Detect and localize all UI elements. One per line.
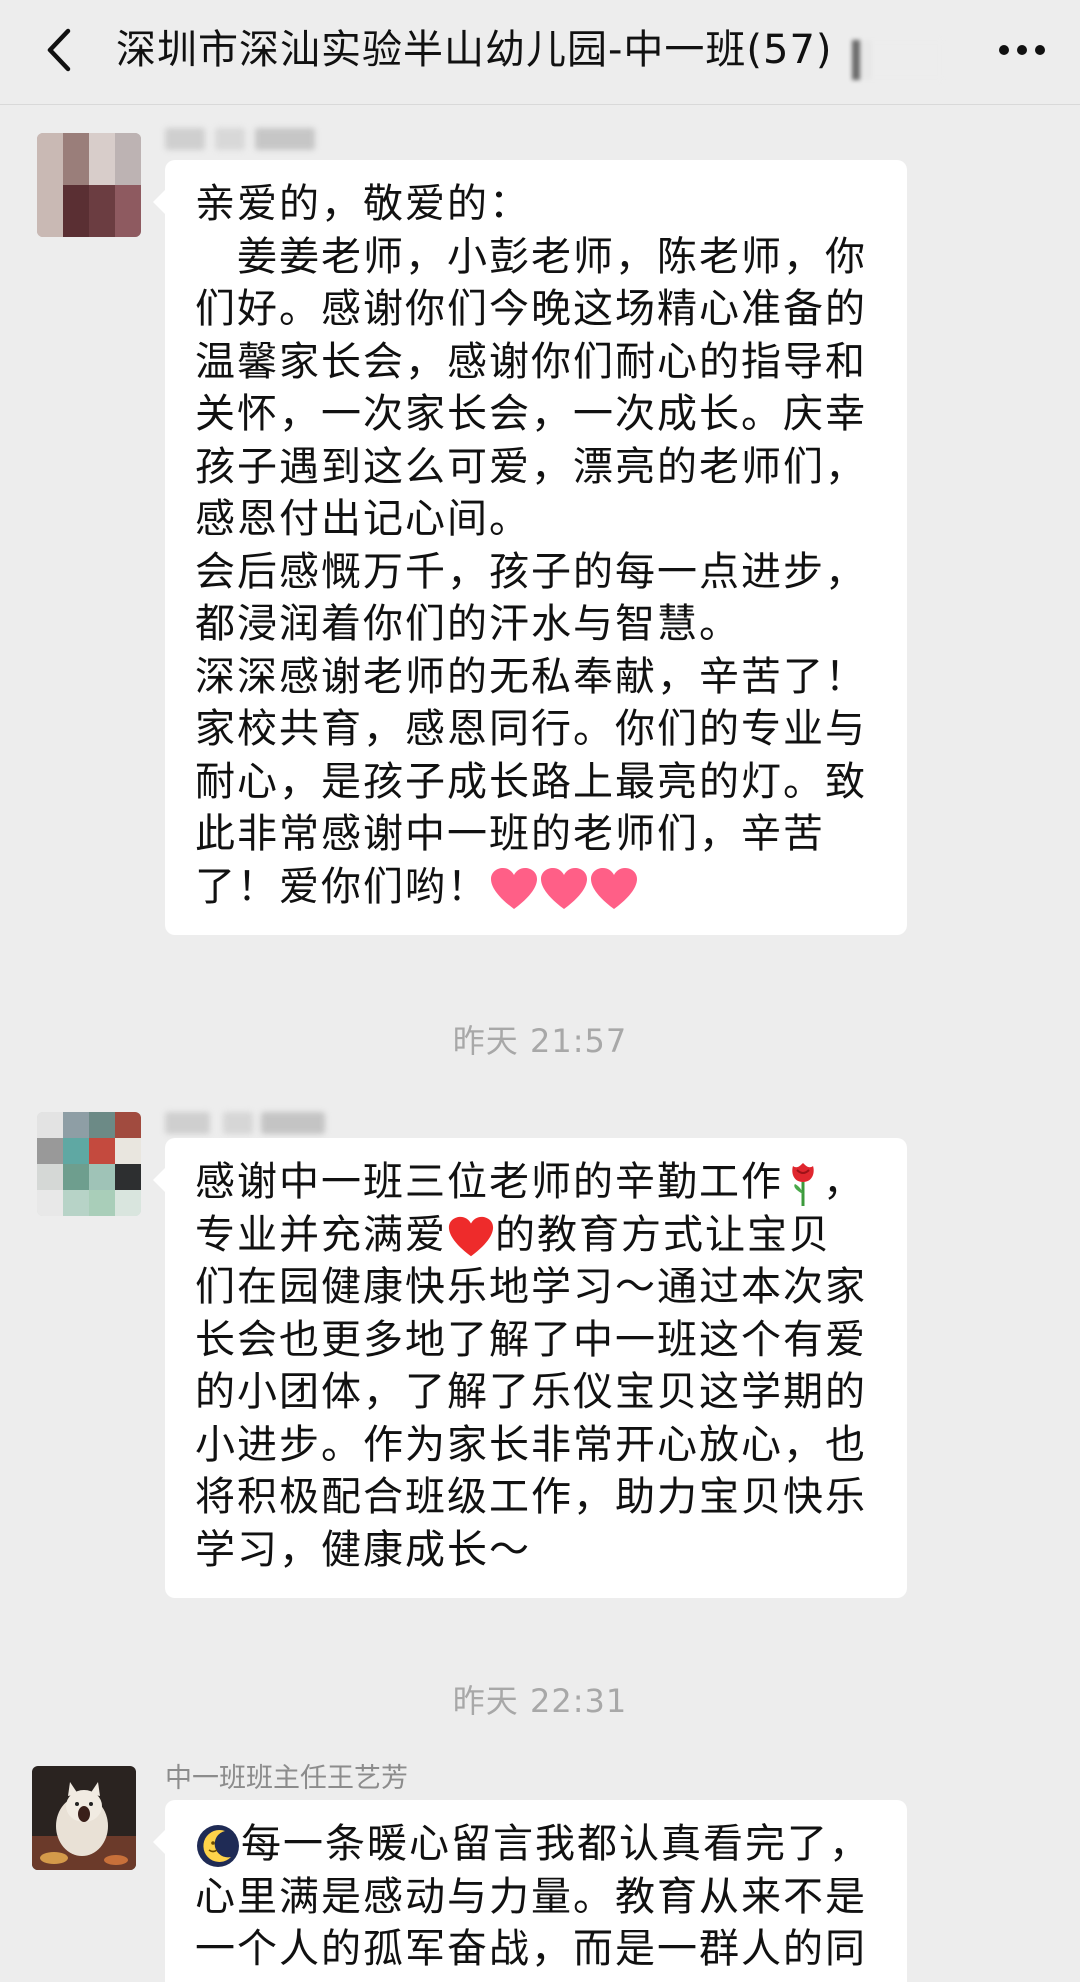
message-line: 长会也更多地了解了中一班这个有爱 bbox=[195, 1316, 867, 1363]
timestamp: 昨天 21:57 bbox=[452, 1022, 628, 1060]
message-text: ， bbox=[823, 1159, 865, 1205]
message-line: 心里满是感动与力量。教育从来不是 bbox=[195, 1873, 867, 1920]
message-line: 感恩付出记心间。 bbox=[195, 496, 531, 542]
message-line: 深深感谢老师的无私奉献，辛苦了！ bbox=[195, 653, 867, 700]
message-bubble[interactable]: 每一条暖心留言我都认真看完了， 心里满是感动与力量。教育从来不是 一个人的孤军奋… bbox=[153, 1800, 907, 1982]
message-line: 亲爱的，敬爱的： bbox=[195, 181, 531, 227]
message-line: 关怀，一次家长会，一次成长。庆幸 bbox=[195, 391, 867, 437]
message-text: 了！爱你们哟！ bbox=[195, 863, 489, 910]
message-line: 耐心，是孩子成长路上最亮的灯。致 bbox=[195, 758, 867, 805]
message-line: 们好。感谢你们今晚这场精心准备的 bbox=[195, 286, 867, 332]
message-line: 了！爱你们哟！ bbox=[195, 861, 881, 914]
message-line: 的小团体，了解了乐仪宝贝这学期的 bbox=[195, 1369, 867, 1415]
message-line: 小进步。作为家长非常开心放心，也 bbox=[195, 1421, 867, 1468]
timestamp: 昨天 22:31 bbox=[452, 1682, 628, 1720]
message-text: 每一条暖心留言我都认真看完了， bbox=[241, 1821, 871, 1867]
message-line: 学习，健康成长～ bbox=[195, 1526, 531, 1573]
moon-face-icon bbox=[197, 1825, 239, 1867]
message-bubble[interactable]: 感谢中一班三位老师的辛勤工作 ， 专业并充满爱 的教育方式让宝贝 们在园健康快乐地学… bbox=[153, 1138, 907, 1598]
blurred-title-suffix bbox=[852, 40, 942, 80]
message-line: 专业并充满爱 的教育方式让宝贝 bbox=[195, 1209, 881, 1262]
blurred-sender-name bbox=[165, 128, 325, 150]
message-bubble[interactable]: 亲爱的，敬爱的： 姜姜老师，小彭老师，陈老师，你 们好。感谢你们今晚这场精心准备… bbox=[153, 160, 907, 935]
pink-heart-icon bbox=[491, 867, 537, 909]
pink-heart-icon bbox=[541, 867, 587, 909]
rose-icon bbox=[792, 1163, 814, 1206]
more-button[interactable] bbox=[982, 20, 1062, 80]
chat-header: 深圳市深汕实验半山幼儿园-中一班(57) bbox=[0, 0, 1080, 105]
message-line: 将积极配合班级工作，助力宝贝快乐 bbox=[195, 1474, 867, 1520]
chat-title: 深圳市深汕实验半山幼儿园-中一班(57) bbox=[116, 27, 833, 73]
message-line: 家校共育，感恩同行。你们的专业与 bbox=[195, 706, 867, 752]
message-text: 感谢中一班三位老师的辛勤工作 bbox=[195, 1159, 783, 1205]
chevron-left-icon bbox=[47, 28, 71, 72]
message-line: 会后感慨万千，孩子的每一点进步， bbox=[195, 548, 867, 595]
sender-name: 中一班班主任王艺芳 bbox=[165, 1763, 408, 1794]
chat-screen: 深圳市深汕实验半山幼儿园-中一班(57) 亲爱的，敬爱的： 姜姜老师，小彭老师，… bbox=[0, 0, 1080, 1982]
pink-heart-icon bbox=[591, 867, 637, 909]
message-line: 姜姜老师，小彭老师，陈老师，你 bbox=[195, 233, 867, 280]
message-line: 们在园健康快乐地学习～通过本次家 bbox=[195, 1264, 867, 1310]
message-line: 温馨家长会，感谢你们耐心的指导和 bbox=[195, 338, 867, 385]
message-line: 此非常感谢中一班的老师们，辛苦 bbox=[195, 811, 825, 857]
avatar[interactable] bbox=[37, 133, 141, 237]
avatar[interactable] bbox=[32, 1766, 136, 1870]
message-text: 的教育方式让宝贝 bbox=[495, 1211, 831, 1258]
message-text: 专业并充满爱 bbox=[195, 1211, 447, 1258]
cat-avatar-image bbox=[32, 1766, 136, 1870]
ellipsis-icon bbox=[999, 45, 1045, 55]
blurred-sender-name bbox=[165, 1112, 335, 1134]
message-line: 孩子遇到这么可爱，漂亮的老师们， bbox=[195, 443, 867, 490]
avatar[interactable] bbox=[37, 1112, 141, 1216]
red-heart-icon bbox=[448, 1216, 494, 1256]
message-line: 每一条暖心留言我都认真看完了， bbox=[195, 1818, 881, 1871]
back-button[interactable] bbox=[28, 20, 88, 80]
message-line: 感谢中一班三位老师的辛勤工作 ， bbox=[195, 1156, 881, 1209]
message-line: 一个人的孤军奋战，而是一群人的同 bbox=[195, 1926, 867, 1972]
message-line: 都浸润着你们的汗水与智慧。 bbox=[195, 601, 741, 647]
